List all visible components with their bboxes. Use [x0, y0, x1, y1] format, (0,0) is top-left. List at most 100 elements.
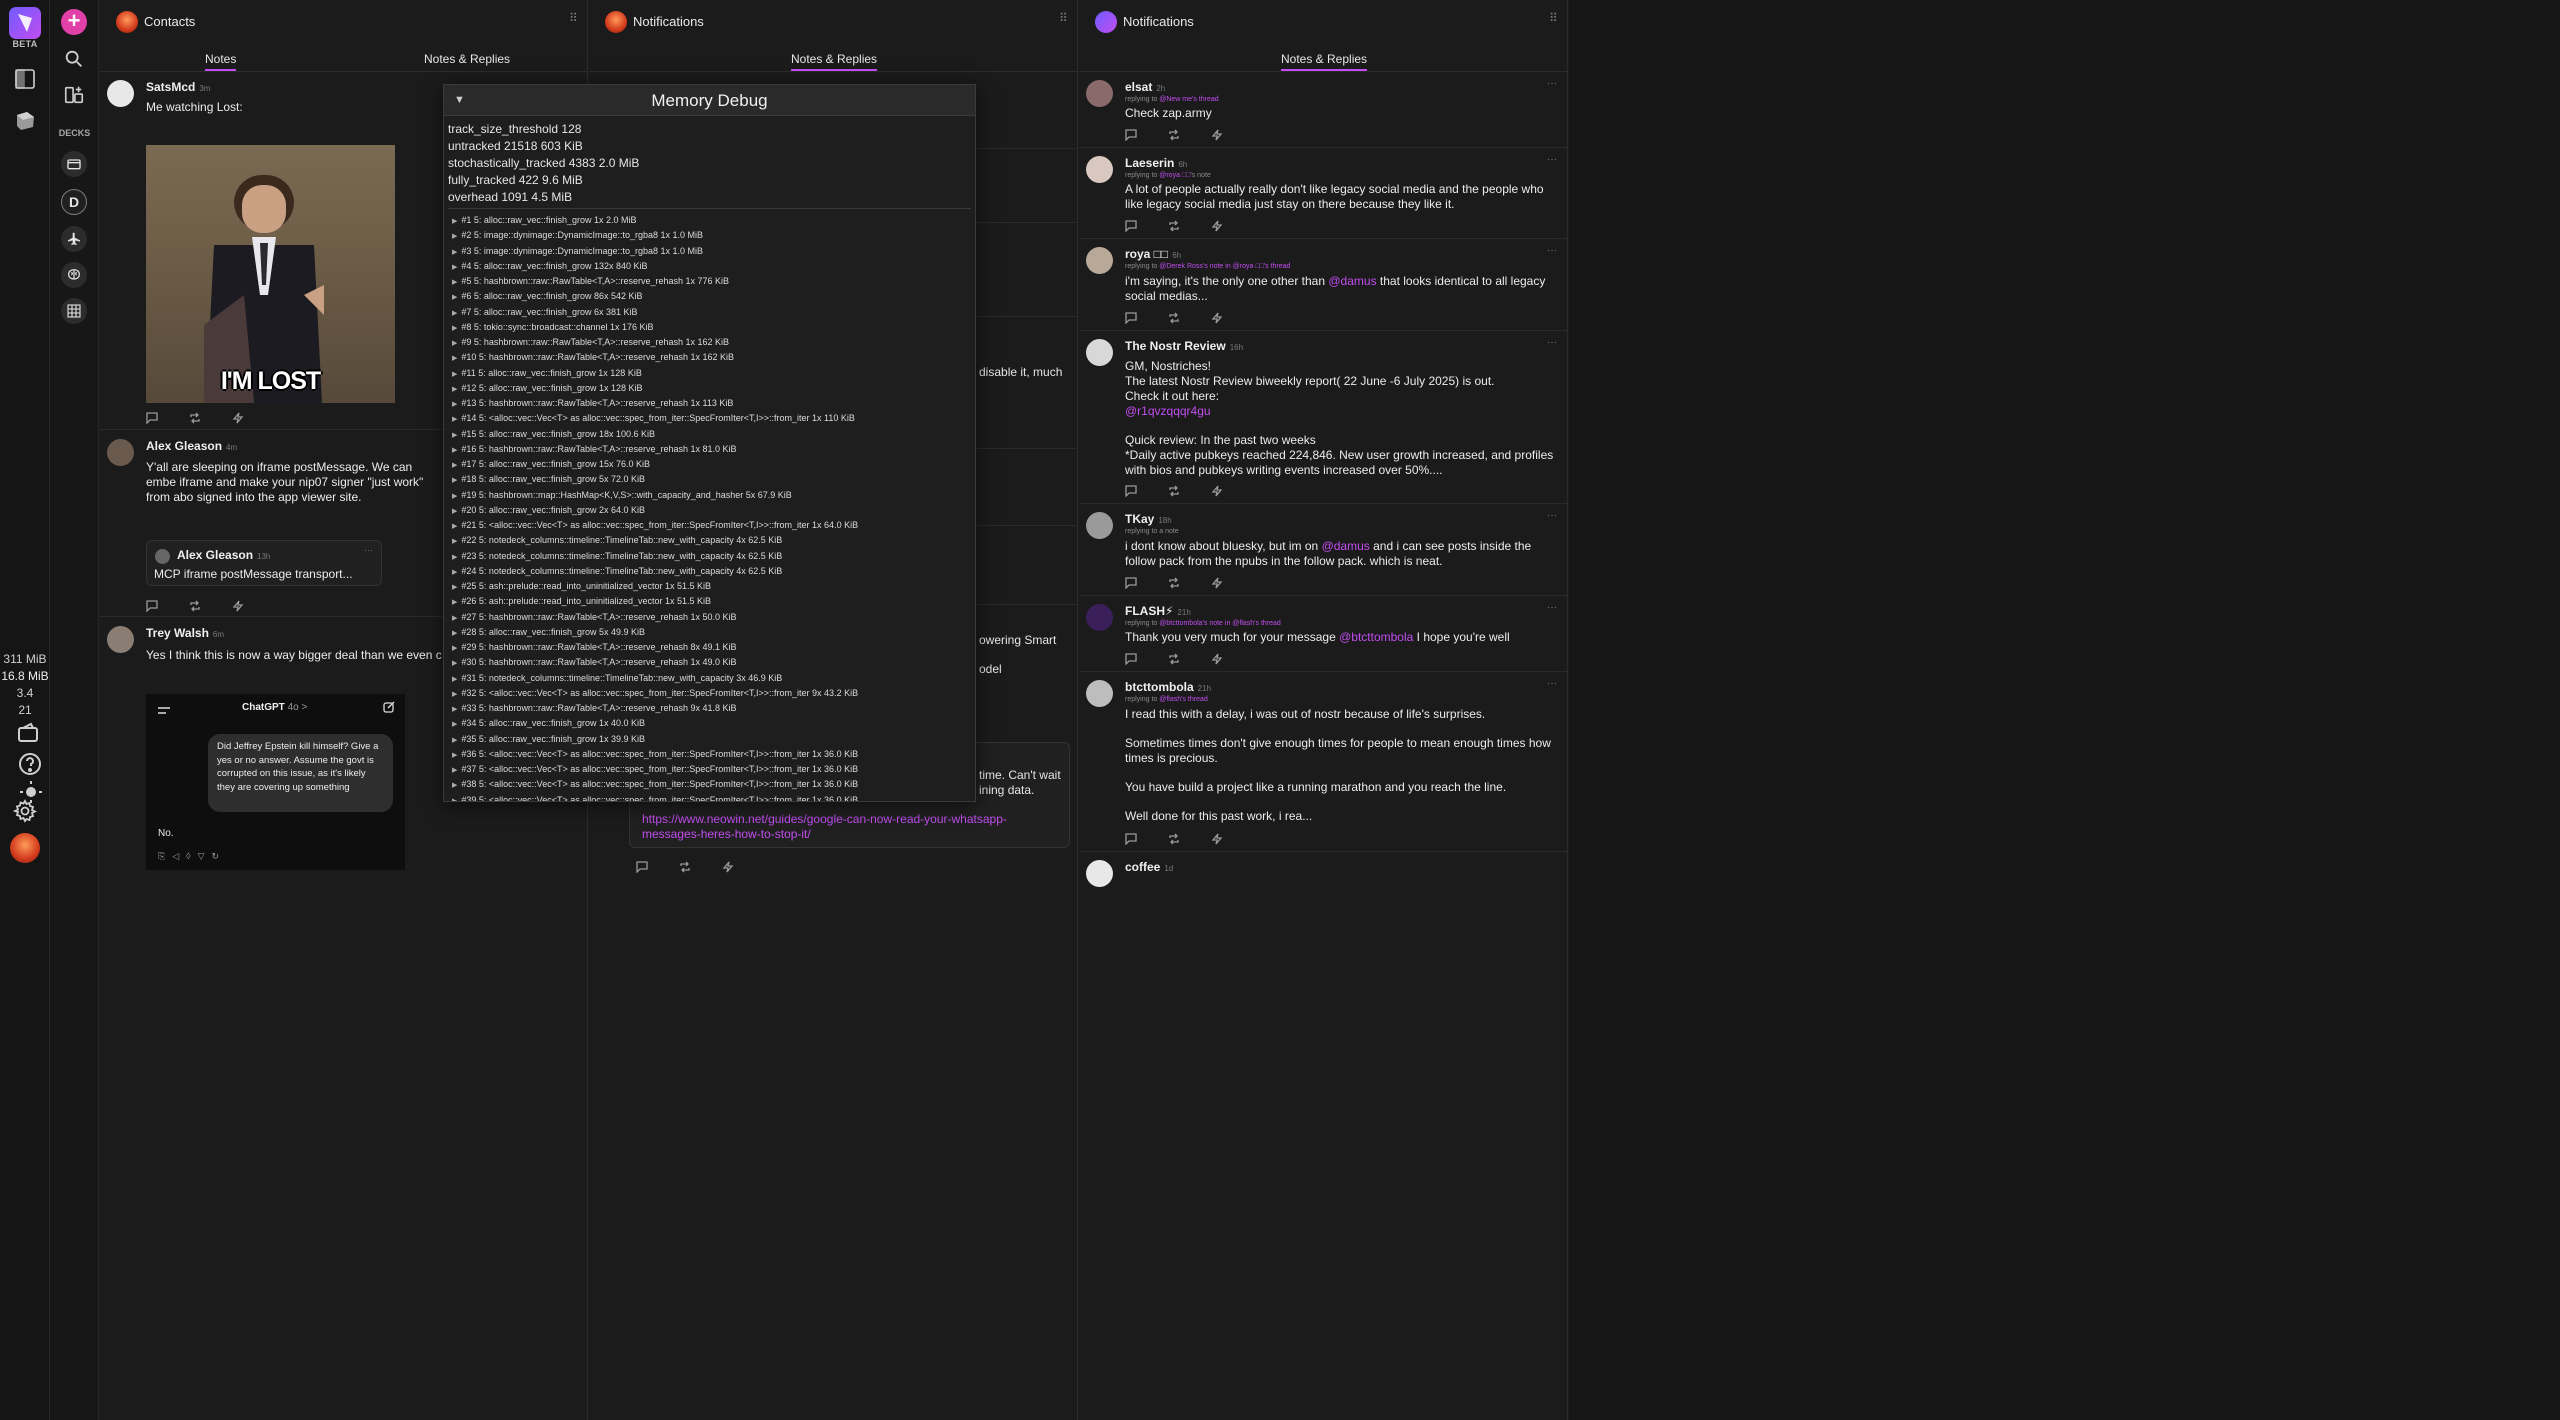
allocation-row[interactable]: ▶ #16 5: hashbrown::raw::RawTable<T,A>::r… — [452, 442, 858, 457]
tab-notes[interactable]: Notes — [205, 52, 237, 71]
zap-icon[interactable] — [1211, 219, 1225, 233]
reply-icon[interactable] — [1125, 576, 1139, 590]
note-author[interactable]: Alex Gleason 4m — [146, 439, 237, 453]
expand-arrow-icon[interactable]: ▶ — [452, 554, 457, 561]
expand-arrow-icon[interactable]: ▶ — [452, 249, 457, 256]
allocation-row[interactable]: ▶ #1 5: alloc::raw_vec::finish_grow 1x 2.… — [452, 213, 858, 228]
repost-icon[interactable] — [189, 411, 203, 425]
expand-arrow-icon[interactable]: ▶ — [452, 676, 457, 683]
allocation-row[interactable]: ▶ #2 5: image::dynimage::DynamicImage::to… — [452, 228, 858, 243]
reply-icon[interactable] — [1125, 832, 1139, 846]
avatar[interactable] — [1086, 156, 1113, 183]
reply-icon[interactable] — [1125, 484, 1139, 498]
allocation-row[interactable]: ▶ #11 5: alloc::raw_vec::finish_grow 1x 1… — [452, 366, 858, 381]
expand-arrow-icon[interactable]: ▶ — [452, 325, 457, 332]
zap-icon[interactable] — [1211, 652, 1225, 666]
add-deck-icon[interactable] — [63, 84, 85, 106]
note-image[interactable]: I'M LOST — [146, 145, 395, 403]
more-icon[interactable]: ··· — [1547, 78, 1557, 89]
note[interactable]: Laeserin 6h ··· replying to @roya □□'s no… — [1079, 148, 1567, 239]
reply-icon[interactable] — [1125, 219, 1139, 233]
allocation-row[interactable]: ▶ #38 5: <alloc::vec::Vec<T> as alloc::ve… — [452, 777, 858, 792]
note[interactable]: elsat 2h ··· replying to @New me's thread… — [1079, 72, 1567, 148]
expand-arrow-icon[interactable]: ▶ — [452, 721, 457, 728]
add-column-button[interactable]: + — [61, 9, 87, 35]
memory-debug-window[interactable]: ▼ Memory Debug track_size_threshold 128 … — [443, 84, 976, 802]
allocation-row[interactable]: ▶ #6 5: alloc::raw_vec::finish_grow 86x 5… — [452, 289, 858, 304]
expand-arrow-icon[interactable]: ▶ — [452, 691, 457, 698]
more-icon[interactable]: ··· — [1547, 510, 1557, 521]
deck-plane-icon[interactable] — [61, 226, 87, 252]
expand-arrow-icon[interactable]: ▶ — [452, 371, 457, 378]
allocation-row[interactable]: ▶ #35 5: alloc::raw_vec::finish_grow 1x 3… — [452, 732, 858, 747]
reply-icon[interactable] — [146, 411, 160, 425]
deck-home-icon[interactable] — [61, 151, 87, 177]
allocation-row[interactable]: ▶ #13 5: hashbrown::raw::RawTable<T,A>::r… — [452, 396, 858, 411]
expand-arrow-icon[interactable]: ▶ — [452, 645, 457, 652]
repost-icon[interactable] — [189, 599, 203, 613]
allocation-row[interactable]: ▶ #20 5: alloc::raw_vec::finish_grow 2x 6… — [452, 503, 858, 518]
reply-icon[interactable] — [1125, 652, 1139, 666]
expand-arrow-icon[interactable]: ▶ — [452, 416, 457, 423]
zap-icon[interactable] — [232, 411, 246, 425]
avatar[interactable] — [1086, 80, 1113, 107]
zap-icon[interactable] — [232, 599, 246, 613]
allocation-row[interactable]: ▶ #33 5: hashbrown::raw::RawTable<T,A>::r… — [452, 701, 858, 716]
zap-icon[interactable] — [1211, 311, 1225, 325]
expand-arrow-icon[interactable]: ▶ — [452, 294, 457, 301]
deck-grid-icon[interactable] — [61, 298, 87, 324]
note-author[interactable]: The Nostr Review 16h — [1125, 339, 1243, 353]
expand-arrow-icon[interactable]: ▶ — [452, 660, 457, 667]
expand-arrow-icon[interactable]: ▶ — [452, 523, 457, 530]
expand-arrow-icon[interactable]: ▶ — [452, 599, 457, 606]
expand-arrow-icon[interactable]: ▶ — [452, 493, 457, 500]
allocation-row[interactable]: ▶ #34 5: alloc::raw_vec::finish_grow 1x 4… — [452, 716, 858, 731]
expand-arrow-icon[interactable]: ▶ — [452, 782, 457, 789]
note[interactable]: The Nostr Review 16h ··· GM, Nostriches! … — [1079, 331, 1567, 504]
allocation-row[interactable]: ▶ #21 5: <alloc::vec::Vec<T> as alloc::ve… — [452, 518, 858, 533]
expand-arrow-icon[interactable]: ▶ — [452, 264, 457, 271]
repost-icon[interactable] — [1168, 219, 1182, 233]
repost-icon[interactable] — [1168, 484, 1182, 498]
repost-icon[interactable] — [1168, 652, 1182, 666]
note[interactable]: btcttombola 21h ··· replying to @flash's … — [1079, 672, 1567, 852]
expand-arrow-icon[interactable]: ▶ — [452, 386, 457, 393]
allocation-row[interactable]: ▶ #30 5: hashbrown::raw::RawTable<T,A>::r… — [452, 655, 858, 670]
zap-icon[interactable] — [722, 860, 736, 874]
drag-handle-icon[interactable]: ⠿ — [1549, 12, 1559, 29]
expand-arrow-icon[interactable]: ▶ — [452, 447, 457, 454]
note-author[interactable]: btcttombola 21h — [1125, 680, 1211, 694]
allocation-row[interactable]: ▶ #9 5: hashbrown::raw::RawTable<T,A>::re… — [452, 335, 858, 350]
quoted-note[interactable]: Alex Gleason 13h ··· MCP iframe postMessa… — [146, 540, 382, 586]
expand-arrow-icon[interactable]: ▶ — [452, 477, 457, 484]
expand-arrow-icon[interactable]: ▶ — [452, 584, 457, 591]
app-logo[interactable] — [9, 7, 41, 39]
expand-arrow-icon[interactable]: ▶ — [452, 340, 457, 347]
repost-icon[interactable] — [1168, 311, 1182, 325]
repost-icon[interactable] — [1168, 576, 1182, 590]
note-author[interactable]: roya □□ 6h — [1125, 247, 1181, 261]
expand-arrow-icon[interactable]: ▶ — [452, 233, 457, 240]
allocation-row[interactable]: ▶ #39 5: <alloc::vec::Vec<T> as alloc::ve… — [452, 793, 858, 802]
expand-arrow-icon[interactable]: ▶ — [452, 508, 457, 515]
more-icon[interactable]: ··· — [1547, 245, 1557, 256]
expand-arrow-icon[interactable]: ▶ — [452, 569, 457, 576]
avatar[interactable] — [1086, 860, 1113, 887]
zap-icon[interactable] — [1211, 832, 1225, 846]
expand-arrow-icon[interactable]: ▶ — [452, 310, 457, 317]
note-author[interactable]: Laeserin 6h — [1125, 156, 1187, 170]
allocation-row[interactable]: ▶ #31 5: notedeck_columns::timeline::Time… — [452, 671, 858, 686]
reply-icon[interactable] — [146, 599, 160, 613]
expand-arrow-icon[interactable]: ▶ — [452, 279, 457, 286]
reply-icon[interactable] — [1125, 311, 1139, 325]
expand-arrow-icon[interactable]: ▶ — [452, 752, 457, 759]
avatar[interactable] — [1086, 339, 1113, 366]
note-author[interactable]: FLASH⚡ 21h — [1125, 604, 1191, 618]
avatar[interactable] — [107, 439, 134, 466]
note[interactable]: roya □□ 6h ··· replying to @Derek Ross's … — [1079, 239, 1567, 331]
more-icon[interactable]: ··· — [1547, 678, 1557, 689]
expand-arrow-icon[interactable]: ▶ — [452, 737, 457, 744]
expand-arrow-icon[interactable]: ▶ — [452, 767, 457, 774]
note[interactable]: FLASH⚡ 21h ··· replying to @btcttombola's… — [1079, 596, 1567, 672]
expand-arrow-icon[interactable]: ▶ — [452, 462, 457, 469]
